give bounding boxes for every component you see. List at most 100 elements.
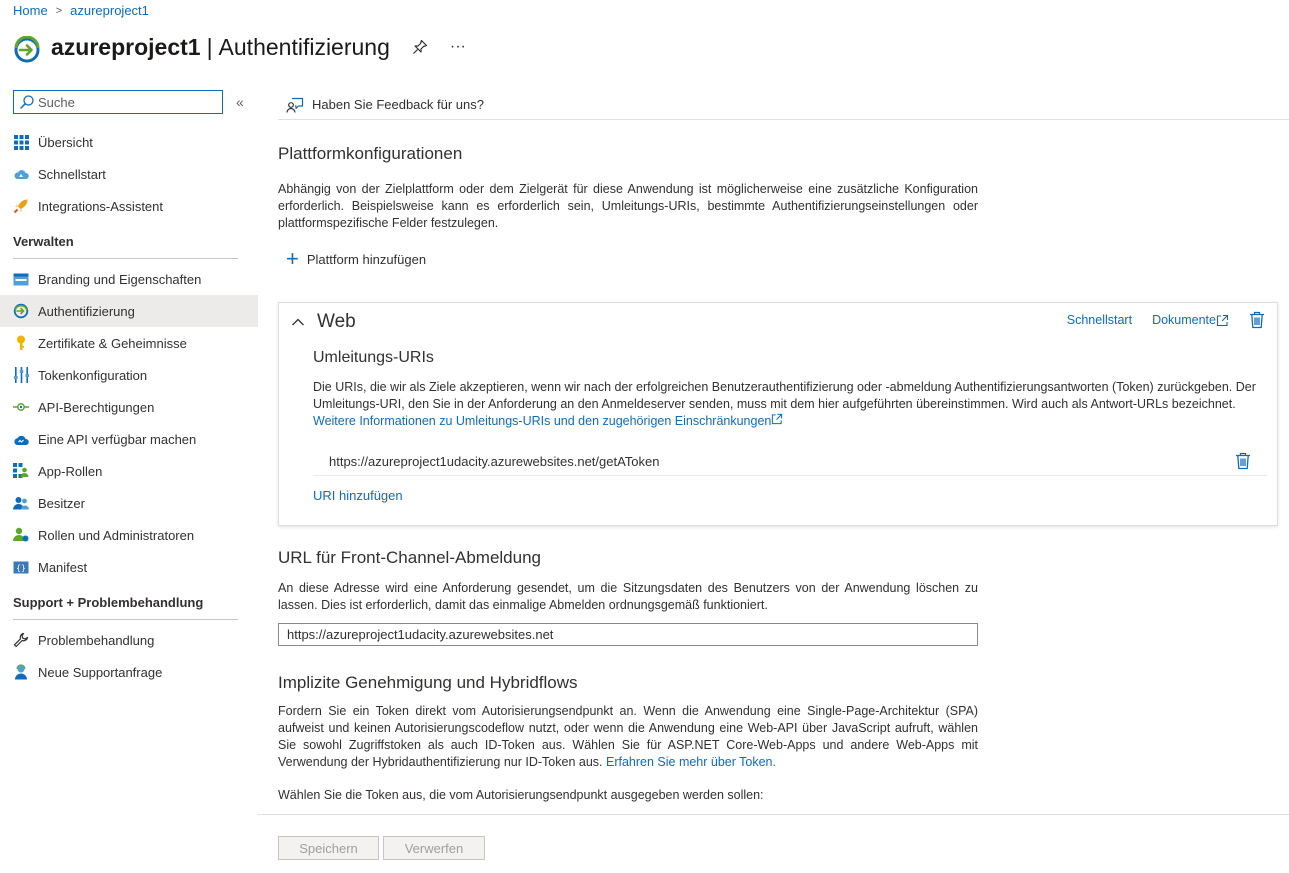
web-platform-card: Web Schnellstart Dokumente Umleitungs-UR… (278, 302, 1278, 526)
sliders-icon (13, 367, 29, 383)
sidebar-item-authentication[interactable]: Authentifizierung (0, 295, 258, 327)
section-divider (13, 258, 238, 259)
cloud-quickstart-icon (13, 166, 29, 182)
redirect-uris-learn-more-label: Weitere Informationen zu Umleitungs-URIs… (313, 414, 772, 428)
search-icon (20, 95, 34, 109)
page-title: azureproject1 | Authentifizierung (51, 34, 390, 61)
branding-icon (13, 271, 29, 287)
token-selection-prompt: Wählen Sie die Token aus, die vom Autori… (278, 788, 764, 802)
api-permissions-icon (13, 399, 29, 415)
front-channel-description: An diese Adresse wird eine Anforderung g… (278, 581, 978, 612)
implicit-grant-heading: Implizite Genehmigung und Hybridflows (278, 673, 578, 692)
search-box[interactable] (13, 90, 223, 114)
add-uri-link[interactable]: URI hinzufügen (313, 488, 403, 503)
manifest-icon: {} (13, 559, 29, 575)
section-heading-manage: Verwalten (13, 234, 74, 249)
breadcrumb-chevron-icon: > (55, 4, 63, 17)
sidebar-item-manifest[interactable]: {} Manifest (0, 551, 258, 583)
sidebar-item-branding[interactable]: Branding und Eigenschaften (0, 263, 258, 295)
implicit-grant-description: Fordern Sie ein Token direkt vom Autoris… (278, 703, 978, 771)
sidebar-item-token-configuration[interactable]: Tokenkonfiguration (0, 359, 258, 391)
breadcrumb-current-link[interactable]: azureproject1 (70, 3, 149, 18)
redirect-uri-row[interactable]: https://azureproject1udacity.azurewebsit… (313, 448, 1267, 476)
quickstart-link[interactable]: Schnellstart (1067, 313, 1132, 327)
rocket-icon (13, 198, 29, 214)
redirect-uris-description: Die URIs, die wir als Ziele akzeptieren,… (313, 379, 1263, 430)
app-name: azureproject1 (51, 33, 201, 60)
support-person-icon (13, 664, 29, 680)
sidebar-item-label: Neue Supportanfrage (38, 664, 163, 680)
page-header: azureproject1 | Authentifizierung ··· (13, 30, 466, 64)
sidebar-item-new-support-request[interactable]: Neue Supportanfrage (0, 656, 258, 688)
sidebar-item-expose-api[interactable]: Eine API verfügbar machen (0, 423, 258, 455)
sidebar-item-app-roles[interactable]: App-Rollen (0, 455, 258, 487)
redirect-uris-text: Die URIs, die wir als Ziele akzeptieren,… (313, 380, 1256, 411)
learn-more-tokens-link[interactable]: Erfahren Sie mehr über Token. (606, 755, 776, 769)
platform-config-heading: Plattformkonfigurationen (278, 144, 463, 163)
redirect-uri-value[interactable]: https://azureproject1udacity.azurewebsit… (329, 454, 659, 469)
front-channel-heading: URL für Front-Channel-Abmeldung (278, 548, 541, 567)
external-link-icon (1216, 314, 1229, 326)
sidebar-item-label: Tokenkonfiguration (38, 367, 148, 383)
sidebar-item-label: Authentifizierung (38, 303, 135, 319)
wrench-icon (13, 632, 29, 648)
sidebar-item-integration-assistant[interactable]: Integrations-Assistent (0, 190, 258, 222)
platform-config-description: Abhängig von der Zielplattform oder dem … (278, 182, 978, 230)
sidebar-item-troubleshooting[interactable]: Problembehandlung (0, 624, 258, 656)
docs-link-label: Dokumente (1152, 313, 1216, 327)
collapse-sidebar-icon[interactable]: « (236, 94, 244, 110)
sidebar-item-overview[interactable]: Übersicht (0, 126, 258, 158)
search-input[interactable] (38, 94, 208, 110)
sidebar-item-label: Rollen und Administratoren (38, 527, 195, 543)
sidebar: « Übersicht Schnellstart Integrations-As… (0, 90, 258, 688)
chevron-up-icon[interactable] (291, 315, 305, 329)
grid-icon (13, 134, 29, 150)
sidebar-item-label: API-Berechtigungen (38, 399, 155, 415)
cloud-api-icon (13, 431, 29, 447)
svg-text:{}: {} (16, 563, 26, 572)
web-card-header[interactable]: Web (291, 311, 356, 333)
command-bar: Haben Sie Feedback für uns? (278, 90, 1289, 120)
sidebar-item-roles-admins[interactable]: Rollen und Administratoren (0, 519, 258, 551)
feedback-button[interactable]: Haben Sie Feedback für uns? (312, 97, 484, 112)
breadcrumb-home-link[interactable]: Home (13, 3, 48, 18)
app-registration-icon (14, 36, 40, 63)
pin-icon[interactable] (412, 39, 428, 55)
sidebar-item-label: Schnellstart (38, 166, 106, 182)
sidebar-item-quickstart[interactable]: Schnellstart (0, 158, 258, 190)
add-platform-label: Plattform hinzufügen (306, 251, 427, 267)
sidebar-item-owners[interactable]: Besitzer (0, 487, 258, 519)
sidebar-item-label: Problembehandlung (38, 632, 155, 648)
section-heading-support: Support + Problembehandlung (13, 595, 204, 610)
sidebar-item-label: Übersicht (38, 134, 93, 150)
owners-icon (13, 495, 29, 511)
title-separator: | (206, 33, 213, 60)
docs-link[interactable]: Dokumente (1152, 313, 1229, 327)
web-card-title: Web (317, 311, 356, 332)
delete-platform-icon[interactable] (1249, 311, 1265, 329)
discard-button[interactable]: Verwerfen (383, 836, 485, 860)
sidebar-item-label: Branding und Eigenschaften (38, 271, 202, 287)
plus-icon: + (286, 246, 299, 271)
feedback-icon[interactable] (286, 96, 304, 114)
sidebar-item-label: Integrations-Assistent (38, 198, 164, 214)
section-divider (13, 619, 238, 620)
sidebar-item-label: App-Rollen (38, 463, 103, 479)
front-channel-url-input[interactable] (278, 623, 978, 646)
sidebar-nav: Übersicht Schnellstart Integrations-Assi… (0, 126, 258, 688)
roles-admins-icon (13, 527, 29, 543)
page-name: Authentifizierung (218, 33, 390, 60)
app-roles-icon (13, 463, 29, 479)
sidebar-item-certificates[interactable]: Zertifikate & Geheimnisse (0, 327, 258, 359)
sidebar-item-api-permissions[interactable]: API-Berechtigungen (0, 391, 258, 423)
delete-uri-icon[interactable] (1235, 452, 1251, 470)
sidebar-item-label: Besitzer (38, 495, 85, 511)
sidebar-item-label: Eine API verfügbar machen (38, 431, 197, 447)
more-options-icon[interactable]: ··· (450, 38, 466, 56)
key-icon (13, 335, 29, 351)
save-button[interactable]: Speichern (278, 836, 379, 860)
add-platform-button[interactable]: + Plattform hinzufügen (286, 246, 427, 271)
web-card-actions: Schnellstart Dokumente (1047, 311, 1265, 329)
redirect-uris-heading: Umleitungs-URIs (313, 349, 434, 366)
redirect-uris-learn-more-link[interactable]: Weitere Informationen zu Umleitungs-URIs… (313, 413, 783, 428)
